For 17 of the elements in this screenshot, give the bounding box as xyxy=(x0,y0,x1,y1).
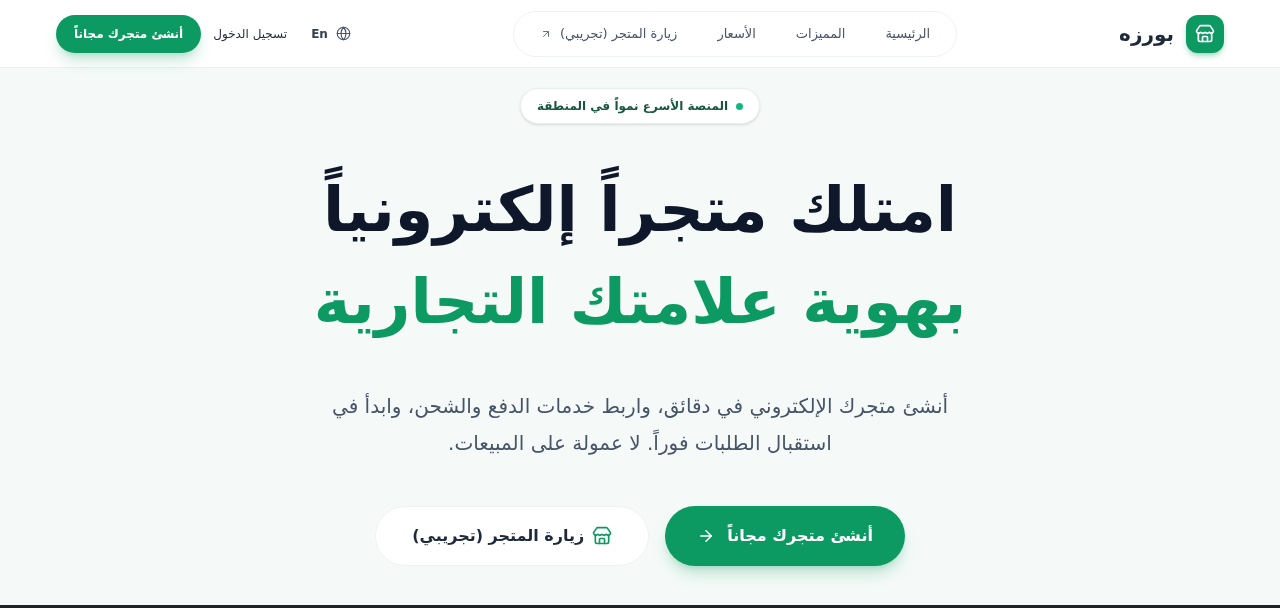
badge-text: المنصة الأسرع نمواً في المنطقة xyxy=(536,97,729,115)
visit-store-button[interactable]: زيارة المتجر (تجريبي) xyxy=(375,506,650,566)
nav-link[interactable]: زيارة المتجر (تجريبي) xyxy=(539,23,678,44)
description: أنشئ متجرك الإلكتروني في دقائق، واربط خدمات الدفع والشحن، وابدأ في استقبال الطلبات فوراً. لا عمولة على المبيعات. xyxy=(331,392,949,457)
globe-icon xyxy=(335,26,351,41)
headline: امتلك متجراً إلكترونياً xyxy=(322,164,958,256)
language-button[interactable]: En xyxy=(311,24,351,43)
logo-text: بورزه xyxy=(1119,20,1174,48)
headline-highlight: بهوية علامتك التجارية xyxy=(313,264,967,340)
logo-icon[interactable] xyxy=(1186,14,1224,53)
create-store-button[interactable]: أنشئ متجرك مجاناً xyxy=(56,14,202,53)
nav-link[interactable]: الأسعار xyxy=(717,23,756,44)
create-store-button[interactable]: أنشئ متجرك مجاناً xyxy=(665,506,905,566)
nav-link[interactable]: الرئيسية xyxy=(885,23,931,44)
store-icon xyxy=(592,526,613,546)
login-link[interactable]: تسجيل الدخول xyxy=(213,24,288,43)
nav-link[interactable]: المميزات xyxy=(795,23,846,44)
